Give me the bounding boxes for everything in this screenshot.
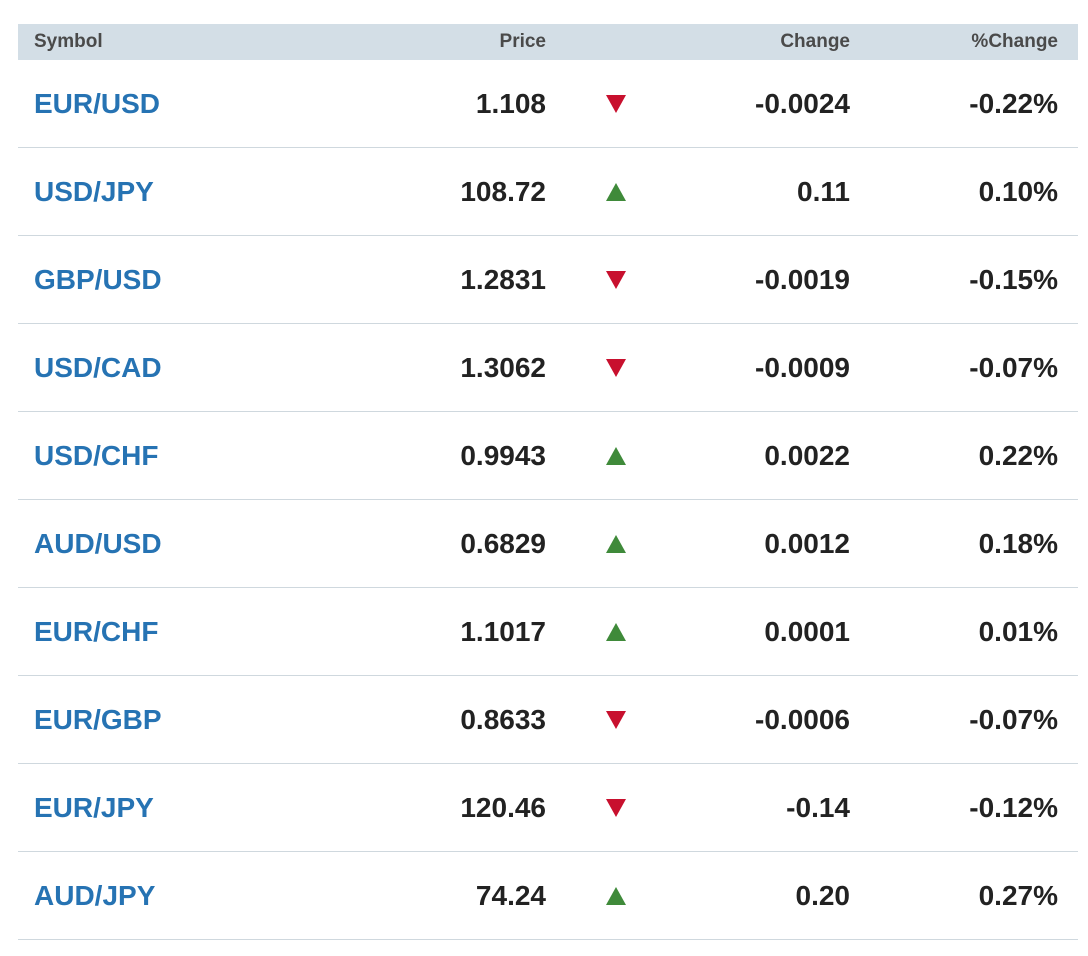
direction-cell xyxy=(546,879,686,912)
triangle-down-icon xyxy=(606,359,626,377)
pct-change-value: -0.07% xyxy=(969,703,1058,735)
table-row: EUR/USD 1.108 -0.0024 -0.22% xyxy=(18,60,1078,148)
price-value: 0.6829 xyxy=(460,527,546,559)
pct-change-value: 0.01% xyxy=(978,615,1058,647)
price-value: 1.1017 xyxy=(460,615,546,647)
change-value: -0.0006 xyxy=(755,703,850,735)
pct-change-value: 0.18% xyxy=(978,527,1058,559)
change-value: 0.11 xyxy=(797,175,850,207)
symbol-link[interactable]: GBP/USD xyxy=(34,264,162,295)
triangle-up-icon xyxy=(606,623,626,641)
triangle-down-icon xyxy=(606,95,626,113)
change-value: 0.20 xyxy=(795,879,851,911)
pct-change-value: 0.27% xyxy=(978,879,1058,911)
table-row: USD/CAD 1.3062 -0.0009 -0.07% xyxy=(18,324,1078,412)
symbol-link[interactable]: EUR/JPY xyxy=(34,792,154,823)
direction-cell xyxy=(546,527,686,560)
symbol-cell: GBP/USD xyxy=(18,264,378,296)
price-value: 74.24 xyxy=(475,879,546,911)
price-value: 0.8633 xyxy=(460,703,546,735)
change-value: 0.0001 xyxy=(764,615,850,647)
change-value: -0.0024 xyxy=(755,87,850,119)
pct-change-value: 0.10% xyxy=(978,175,1058,207)
forex-quotes-table: Symbol Price Change %Change EUR/USD 1.108… xyxy=(18,24,1078,940)
direction-cell xyxy=(546,791,686,824)
header-symbol: Symbol xyxy=(34,31,103,52)
direction-cell xyxy=(546,351,686,384)
pct-change-value: -0.12% xyxy=(969,791,1058,823)
symbol-link[interactable]: AUD/JPY xyxy=(34,880,155,911)
triangle-up-icon xyxy=(606,447,626,465)
table-row: AUD/USD 0.6829 0.0012 0.18% xyxy=(18,500,1078,588)
symbol-link[interactable]: EUR/USD xyxy=(34,88,160,119)
triangle-up-icon xyxy=(606,183,626,201)
symbol-link[interactable]: EUR/CHF xyxy=(34,616,158,647)
triangle-down-icon xyxy=(606,799,626,817)
table-row: USD/JPY 108.72 0.11 0.10% xyxy=(18,148,1078,236)
change-value: -0.0019 xyxy=(755,263,850,295)
price-value: 108.72 xyxy=(460,175,546,207)
symbol-cell: USD/JPY xyxy=(18,176,378,208)
table-row: EUR/CHF 1.1017 0.0001 0.01% xyxy=(18,588,1078,676)
change-value: -0.0009 xyxy=(755,351,850,383)
pct-change-value: -0.15% xyxy=(969,263,1058,295)
table-row: GBP/USD 1.2831 -0.0019 -0.15% xyxy=(18,236,1078,324)
table-row: AUD/JPY 74.24 0.20 0.27% xyxy=(18,852,1078,940)
price-value: 1.2831 xyxy=(460,263,546,295)
header-pct-change: %Change xyxy=(971,31,1058,52)
table-row: EUR/JPY 120.46 -0.14 -0.12% xyxy=(18,764,1078,852)
triangle-down-icon xyxy=(606,271,626,289)
direction-cell xyxy=(546,175,686,208)
symbol-link[interactable]: EUR/GBP xyxy=(34,704,162,735)
triangle-up-icon xyxy=(606,535,626,553)
symbol-link[interactable]: AUD/USD xyxy=(34,528,162,559)
direction-cell xyxy=(546,703,686,736)
change-value: -0.14 xyxy=(786,791,850,823)
symbol-cell: USD/CAD xyxy=(18,352,378,384)
change-value: 0.0022 xyxy=(764,439,850,471)
symbol-cell: AUD/JPY xyxy=(18,880,378,912)
table-row: USD/CHF 0.9943 0.0022 0.22% xyxy=(18,412,1078,500)
table-header: Symbol Price Change %Change xyxy=(18,24,1078,60)
table-row: EUR/GBP 0.8633 -0.0006 -0.07% xyxy=(18,676,1078,764)
price-value: 0.9943 xyxy=(460,439,546,471)
symbol-cell: EUR/GBP xyxy=(18,704,378,736)
price-value: 1.3062 xyxy=(460,351,546,383)
direction-cell xyxy=(546,615,686,648)
direction-cell xyxy=(546,263,686,296)
symbol-link[interactable]: USD/CHF xyxy=(34,440,158,471)
price-value: 120.46 xyxy=(460,791,546,823)
header-price: Price xyxy=(499,31,546,52)
direction-cell xyxy=(546,87,686,120)
header-change: Change xyxy=(780,31,850,52)
symbol-cell: EUR/JPY xyxy=(18,792,378,824)
pct-change-value: -0.22% xyxy=(969,87,1058,119)
change-value: 0.0012 xyxy=(764,527,850,559)
triangle-up-icon xyxy=(606,887,626,905)
price-value: 1.108 xyxy=(475,87,546,119)
symbol-cell: EUR/USD xyxy=(18,88,378,120)
pct-change-value: 0.22% xyxy=(978,439,1058,471)
pct-change-value: -0.07% xyxy=(969,351,1058,383)
symbol-cell: AUD/USD xyxy=(18,528,378,560)
triangle-down-icon xyxy=(606,711,626,729)
symbol-cell: USD/CHF xyxy=(18,440,378,472)
symbol-link[interactable]: USD/JPY xyxy=(34,176,154,207)
symbol-link[interactable]: USD/CAD xyxy=(34,352,162,383)
symbol-cell: EUR/CHF xyxy=(18,616,378,648)
table-body: EUR/USD 1.108 -0.0024 -0.22% USD/JPY 108.72 0.… xyxy=(18,60,1078,940)
direction-cell xyxy=(546,439,686,472)
